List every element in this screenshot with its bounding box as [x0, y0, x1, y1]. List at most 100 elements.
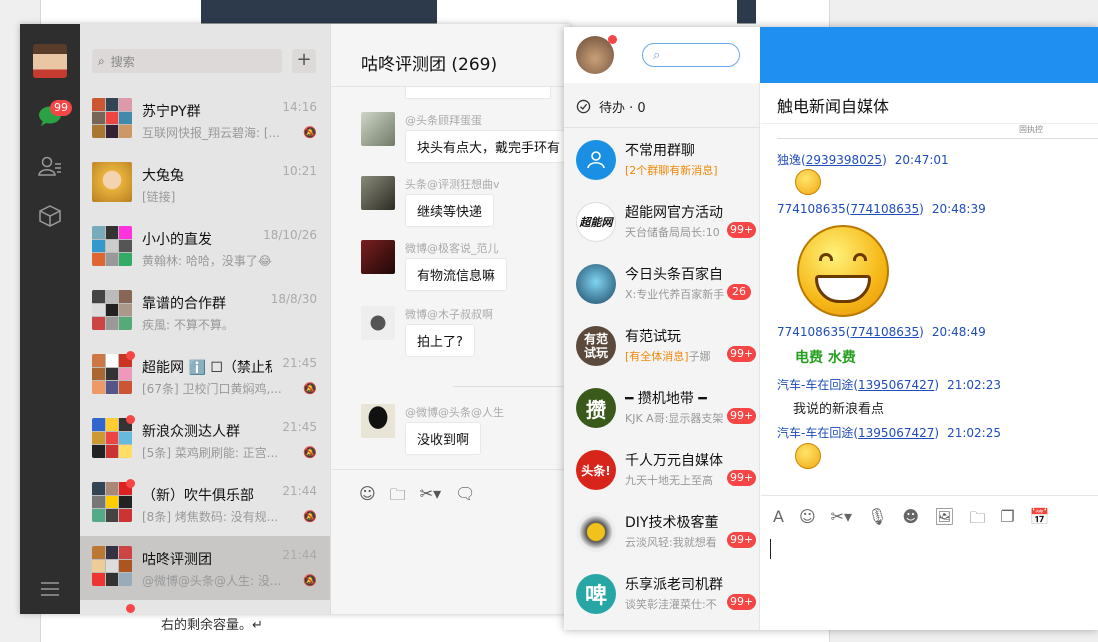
- unread-dot: [126, 415, 135, 424]
- grin-emoji-icon: [795, 169, 821, 195]
- conversation-preview: @微博@头条@人生: 没...: [142, 574, 282, 588]
- qq-input-toolbar: A ☺ ✂▾ 🎙 ☻ 🖼 🗀 ❐ 📅: [773, 507, 1050, 534]
- qq-contact-item[interactable]: 头条! 千人万元自媒体 九天十地无上至高 99+: [564, 439, 760, 501]
- conversation-time: 21:44: [282, 484, 317, 498]
- sender-id-link[interactable]: 774108635: [850, 202, 919, 216]
- qq-contact-item[interactable]: 超能网 超能网官方活动 天台储备局局长:10 99+: [564, 191, 760, 253]
- qq-contact-item[interactable]: 攒 ━ 攒机地带 ━ KJK A哥:显示器支架 99+: [564, 377, 760, 439]
- group-avatar: 超能网: [576, 202, 616, 242]
- user-avatar: [92, 162, 132, 202]
- mute-bell-icon: 🔕: [303, 382, 317, 395]
- menu-icon[interactable]: [38, 577, 62, 601]
- folder-icon[interactable]: 🗀: [390, 484, 406, 511]
- message-text: 我说的新浪看点: [793, 402, 885, 417]
- sender-avatar[interactable]: [361, 306, 395, 340]
- conversation-preview: [5条] 菜鸡刷刷能: 正宫...: [142, 446, 279, 460]
- contact-preview: 云淡风轻:我就想看: [625, 536, 717, 549]
- emoji-icon[interactable]: ☺: [799, 507, 816, 534]
- scissors-icon[interactable]: ✂▾: [420, 484, 441, 511]
- message-meta: 汽车-车在回途(1395067427) 21:02:23: [777, 378, 1001, 392]
- unread-badge: 99+: [727, 408, 757, 424]
- qq-search-input[interactable]: ⌕: [642, 43, 740, 67]
- conversation-name: （新）吹牛俱乐部: [142, 488, 254, 504]
- chat-history-icon[interactable]: 🗨: [455, 484, 475, 511]
- conversation-name: 新浪众测达人群: [142, 424, 240, 440]
- sender-avatar[interactable]: [361, 112, 395, 146]
- unread-badge: 99: [50, 100, 72, 116]
- document-text: 右的剩余容量。↵: [161, 618, 263, 633]
- qq-contact-item[interactable]: 今日头条百家自 X:专业代养百家新手 26: [564, 253, 760, 315]
- qq-contact-item[interactable]: 有范试玩 有范试玩 [有全体消息]子娜 99+: [564, 315, 760, 377]
- group-avatar: [92, 354, 132, 394]
- message-bubble: 继续等快递: [405, 194, 495, 227]
- user-avatar[interactable]: [33, 44, 67, 78]
- conversation-item[interactable]: 新浪众测达人群 21:45 [5条] 菜鸡刷刷能: 正宫... 🔕: [80, 408, 330, 472]
- conversation-item[interactable]: 靠谱的合作群 18/8/30 疾風: 不算不算。: [80, 280, 330, 344]
- gift-icon[interactable]: ❐: [1000, 507, 1014, 534]
- text-input-caret[interactable]: [770, 539, 771, 559]
- group-avatar: [92, 418, 132, 458]
- font-icon[interactable]: A: [773, 507, 784, 534]
- sender-id-link[interactable]: 774108635: [850, 325, 919, 339]
- folder-icon[interactable]: 🗀: [969, 507, 985, 534]
- conversation-time: 18/8/30: [270, 292, 317, 306]
- sender-avatar[interactable]: [361, 240, 395, 274]
- todo-label: 待办 · 0: [599, 101, 646, 116]
- group-avatar: 攒: [576, 388, 616, 428]
- mute-bell-icon: 🔕: [303, 446, 317, 459]
- contacts-icon[interactable]: [38, 154, 62, 178]
- qq-contact-list: 待办 · 0 不常用群聊 [2个群聊有新消息] 超能网 超能网官方活动 天台储备…: [564, 83, 760, 630]
- sender-avatar[interactable]: [361, 176, 395, 210]
- big-grin-emoji-icon: [797, 225, 889, 317]
- conversation-item-active[interactable]: 咕咚评测团 21:44 @微博@头条@人生: 没... 🔕: [80, 536, 330, 600]
- microphone-icon[interactable]: 🎙: [867, 507, 887, 534]
- cube-icon[interactable]: [38, 204, 62, 228]
- conversation-preview: 疾風: 不算不算。: [142, 318, 234, 332]
- chat-title: 咕咚评测团 (269): [361, 55, 498, 75]
- sender-avatar[interactable]: [361, 404, 395, 438]
- search-placeholder: 搜索: [110, 54, 135, 69]
- image-icon[interactable]: 🖼: [934, 507, 954, 534]
- calendar-icon[interactable]: 📅: [1030, 507, 1050, 534]
- conversation-preview: 黄翰林: 哈哈，没事了😂: [142, 254, 272, 268]
- conversation-name: 超能网 ℹ️ ☐（禁止私...: [142, 360, 272, 376]
- group-avatar: [92, 290, 132, 330]
- conversation-item[interactable]: 大兔兔 10:21 [链接]: [80, 152, 330, 216]
- unread-dot: [126, 479, 135, 488]
- group-avatar: [576, 512, 616, 552]
- conversation-item[interactable]: （新）吹牛俱乐部 21:44 [8条] 烤焦数码: 没有规... 🔕: [80, 472, 330, 536]
- sender-id-link[interactable]: 1395067427: [858, 426, 934, 440]
- sticker-icon[interactable]: ☻: [902, 507, 919, 534]
- message-bubble: 有物流信息嘛: [405, 258, 508, 291]
- sender-id-link[interactable]: 2939398025: [806, 153, 882, 167]
- group-avatar: [576, 264, 616, 304]
- conversation-item[interactable]: 超能网 ℹ️ ☐（禁止私... 21:45 [67条] 卫校门口黄焖鸡,... …: [80, 344, 330, 408]
- contact-preview: 谈笑彰洼灌菜仕:不: [625, 598, 717, 611]
- check-circle-icon: [576, 99, 591, 114]
- qq-contact-item[interactable]: 不常用群聊 [2个群聊有新消息]: [564, 129, 760, 191]
- message-bubble: 没收到啊: [405, 422, 482, 455]
- conversation-time: 10:21: [282, 164, 317, 178]
- message-sender: 头条@评测狂想曲v: [405, 178, 500, 191]
- conversation-name: 苏宁PY群: [142, 104, 201, 120]
- conversation-item[interactable]: 小小的直发 18/10/26 黄翰林: 哈哈，没事了😂: [80, 216, 330, 280]
- group-avatar: 啤: [576, 574, 616, 614]
- contact-name: 乐享派老司机群: [625, 577, 723, 593]
- sender-id-link[interactable]: 1395067427: [858, 378, 934, 392]
- message-text: 电费 水费: [795, 350, 856, 366]
- emoji-icon[interactable]: ☺: [359, 484, 376, 511]
- qq-contact-item[interactable]: 啤 乐享派老司机群 谈笑彰洼灌菜仕:不 99+: [564, 563, 760, 625]
- scissors-icon[interactable]: ✂▾: [831, 507, 852, 534]
- unread-badge: 99+: [727, 470, 757, 486]
- search-input[interactable]: ⌕ 搜索: [92, 49, 282, 73]
- add-button[interactable]: +: [292, 49, 316, 73]
- conversation-item[interactable]: 苏宁PY群 14:16 互联网快报_翔云碧海: [... 🔕: [80, 88, 330, 152]
- search-icon: ⌕: [98, 53, 105, 68]
- message-sender: @微博@头条@人生: [405, 406, 504, 419]
- message-bubble-partial: [405, 87, 551, 99]
- qq-contact-item[interactable]: DIY技术极客董 云淡风轻:我就想看 99+: [564, 501, 760, 563]
- todo-row[interactable]: 待办 · 0: [576, 97, 646, 116]
- contact-preview: X:专业代养百家新手: [625, 288, 725, 301]
- chat-panel: 咕咚评测团 (269) @头条顾拜蛋蛋 块头有点大，戴完手环有 头条@评测狂想曲…: [330, 24, 570, 614]
- group-avatar: [92, 226, 132, 266]
